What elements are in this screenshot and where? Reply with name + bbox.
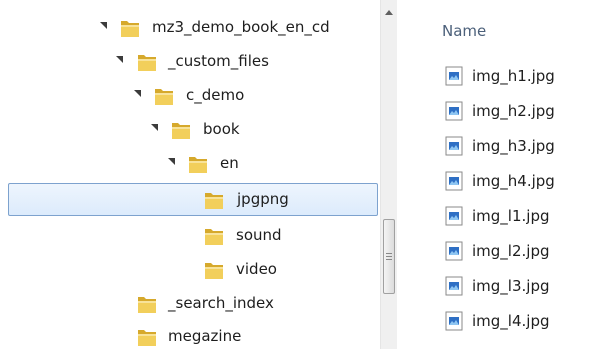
file-item[interactable]: img_h4.jpg: [445, 167, 605, 197]
tree-item-custom-files[interactable]: _custom_files: [8, 45, 378, 78]
jpeg-file-icon: [445, 241, 463, 261]
tree-item-label: en: [220, 154, 239, 172]
file-item[interactable]: img_l1.jpg: [445, 202, 605, 232]
tree-scrollbar[interactable]: [380, 0, 397, 349]
tree-item-label: jpgpng: [237, 190, 289, 208]
folder-icon: [172, 123, 190, 139]
tree-item-label: c_demo: [186, 86, 245, 104]
tree-item-label: megazine: [168, 327, 242, 345]
folder-tree: mz3_demo_book_en_cd _custom_files c_demo…: [0, 0, 380, 349]
tree-item-label: _custom_files: [168, 52, 269, 70]
folder-icon: [155, 89, 173, 105]
file-item[interactable]: img_h1.jpg: [445, 62, 605, 92]
file-name: img_h4.jpg: [472, 172, 555, 190]
file-name: img_l4.jpg: [472, 312, 550, 330]
tree-item-label: _search_index: [168, 294, 274, 312]
tree-item-book[interactable]: book: [8, 113, 378, 146]
expanded-arrow-icon[interactable]: [134, 90, 141, 97]
tree-item-mz3-demo-book-en-cd[interactable]: mz3_demo_book_en_cd: [8, 11, 378, 44]
tree-item-megazine[interactable]: megazine: [8, 320, 378, 349]
tree-item-label: video: [236, 260, 277, 278]
folder-icon: [138, 297, 156, 313]
tree-item-sound[interactable]: sound: [8, 219, 378, 252]
jpeg-file-icon: [445, 66, 463, 86]
jpeg-file-icon: [445, 206, 463, 226]
file-name: img_l3.jpg: [472, 277, 550, 295]
tree-item-en[interactable]: en: [8, 147, 378, 180]
grip-line: [386, 259, 392, 260]
file-name: img_l1.jpg: [472, 207, 550, 225]
file-name: img_h2.jpg: [472, 102, 555, 120]
file-name: img_h1.jpg: [472, 67, 555, 85]
jpeg-file-icon: [445, 136, 463, 156]
folder-icon: [189, 157, 207, 173]
tree-item-label: sound: [236, 226, 282, 244]
tree-item-jpgpng[interactable]: jpgpng: [8, 183, 378, 216]
folder-icon: [138, 330, 156, 346]
folder-icon: [138, 55, 156, 71]
folder-icon: [121, 21, 139, 37]
file-item[interactable]: img_l3.jpg: [445, 272, 605, 302]
file-name: img_l2.jpg: [472, 242, 550, 260]
jpeg-file-icon: [445, 101, 463, 121]
expanded-arrow-icon[interactable]: [151, 124, 158, 131]
tree-item-search-index[interactable]: _search_index: [8, 287, 378, 320]
tree-item-label: book: [203, 120, 240, 138]
tree-item-video[interactable]: video: [8, 253, 378, 286]
name-column-header[interactable]: Name: [442, 22, 486, 40]
expanded-arrow-icon[interactable]: [100, 22, 107, 29]
jpeg-file-icon: [445, 311, 463, 331]
grip-line: [386, 256, 392, 257]
file-name: img_h3.jpg: [472, 137, 555, 155]
folder-icon: [205, 263, 223, 279]
file-item[interactable]: img_h2.jpg: [445, 97, 605, 127]
file-list: Name img_h1.jpg img_h2.jpg img_h3.jpg im…: [420, 0, 607, 349]
jpeg-file-icon: [445, 276, 463, 296]
grip-line: [386, 253, 392, 254]
folder-icon: [205, 229, 223, 245]
jpeg-file-icon: [445, 171, 463, 191]
file-item[interactable]: img_l2.jpg: [445, 237, 605, 267]
tree-item-label: mz3_demo_book_en_cd: [152, 18, 330, 36]
scroll-thumb[interactable]: [383, 219, 395, 294]
expanded-arrow-icon[interactable]: [116, 56, 123, 63]
expanded-arrow-icon[interactable]: [168, 158, 175, 165]
file-item[interactable]: img_l4.jpg: [445, 307, 605, 337]
file-item[interactable]: img_h3.jpg: [445, 132, 605, 162]
tree-item-c-demo[interactable]: c_demo: [8, 79, 378, 112]
scroll-up-arrow-icon[interactable]: [385, 10, 393, 15]
folder-icon: [205, 193, 223, 209]
